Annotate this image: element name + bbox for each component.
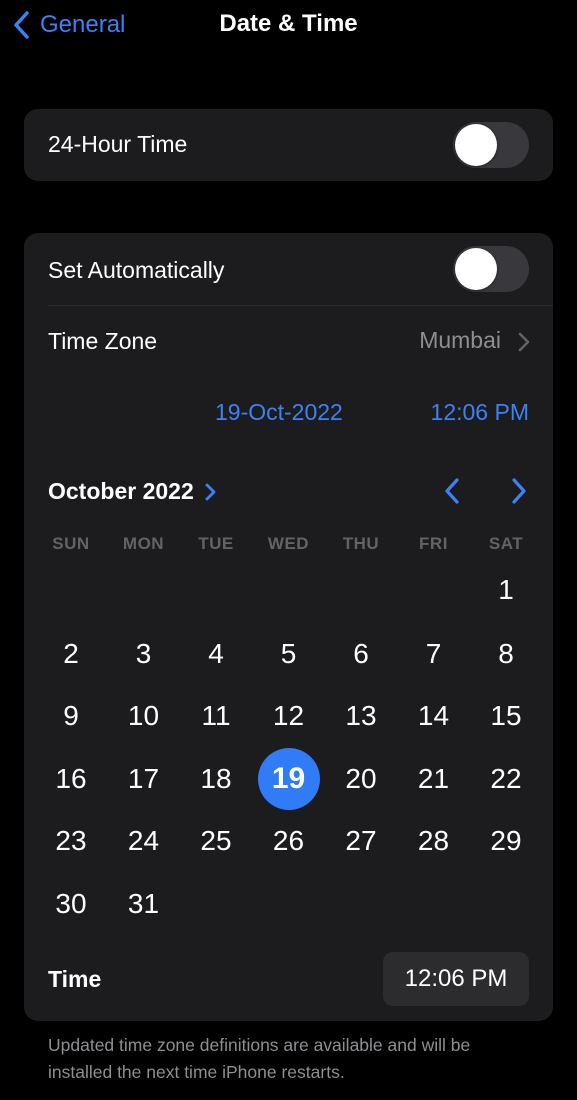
calendar-day[interactable]: 26: [258, 810, 320, 872]
hour24-card: 24-Hour Time: [24, 109, 553, 181]
calendar-grid: 1 2 3 4 5 6 7 8 9 10 11 12 13 14 15 16 17 18 19 20 21 22 23 24 2…: [24, 233, 553, 933]
calendar-day[interactable]: 18: [185, 748, 247, 810]
calendar-day[interactable]: 1: [475, 559, 537, 621]
time-label: Time: [48, 966, 102, 992]
calendar-day[interactable]: 6: [330, 623, 392, 685]
calendar-day[interactable]: 2: [40, 623, 102, 685]
calendar-day[interactable]: 29: [475, 810, 537, 872]
toggle-knob: [455, 124, 497, 166]
calendar-day-selected[interactable]: 19: [257, 748, 320, 810]
calendar-day[interactable]: 13: [330, 685, 392, 747]
page-title: Date & Time: [219, 10, 358, 37]
footnote-text: Updated time zone definitions are availa…: [48, 1035, 471, 1082]
calendar-day[interactable]: 4: [185, 623, 247, 685]
hour24-label: 24-Hour Time: [48, 131, 188, 157]
calendar-day[interactable]: 15: [475, 685, 537, 747]
calendar-day[interactable]: 3: [113, 623, 175, 685]
calendar-day[interactable]: 8: [475, 623, 537, 685]
calendar-day[interactable]: 24: [113, 810, 175, 872]
calendar-day[interactable]: 31: [113, 873, 175, 935]
datetime-card: Set Automatically Time Zone Mumbai 19-Oc…: [24, 233, 553, 1021]
calendar-day[interactable]: 14: [403, 685, 465, 747]
calendar-day[interactable]: 30: [40, 873, 102, 935]
calendar-day[interactable]: 7: [403, 623, 465, 685]
time-picker[interactable]: 12:06 PM: [383, 952, 529, 1006]
calendar-day[interactable]: 28: [403, 810, 465, 872]
navigation-bar: General Date & Time: [0, 0, 577, 50]
calendar-day[interactable]: 22: [475, 748, 537, 810]
calendar-day[interactable]: 21: [403, 748, 465, 810]
calendar-day[interactable]: 27: [330, 810, 392, 872]
calendar-day[interactable]: 23: [40, 810, 102, 872]
calendar-day[interactable]: 12: [258, 685, 320, 747]
calendar-day[interactable]: 25: [185, 810, 247, 872]
calendar-day[interactable]: 10: [113, 685, 175, 747]
hour24-toggle[interactable]: [453, 122, 529, 168]
calendar-day[interactable]: 17: [113, 748, 175, 810]
calendar-day[interactable]: 11: [185, 685, 247, 747]
calendar-day[interactable]: 20: [330, 748, 392, 810]
calendar-day[interactable]: 9: [40, 685, 102, 747]
calendar-day[interactable]: 5: [258, 623, 320, 685]
calendar-day[interactable]: 16: [40, 748, 102, 810]
